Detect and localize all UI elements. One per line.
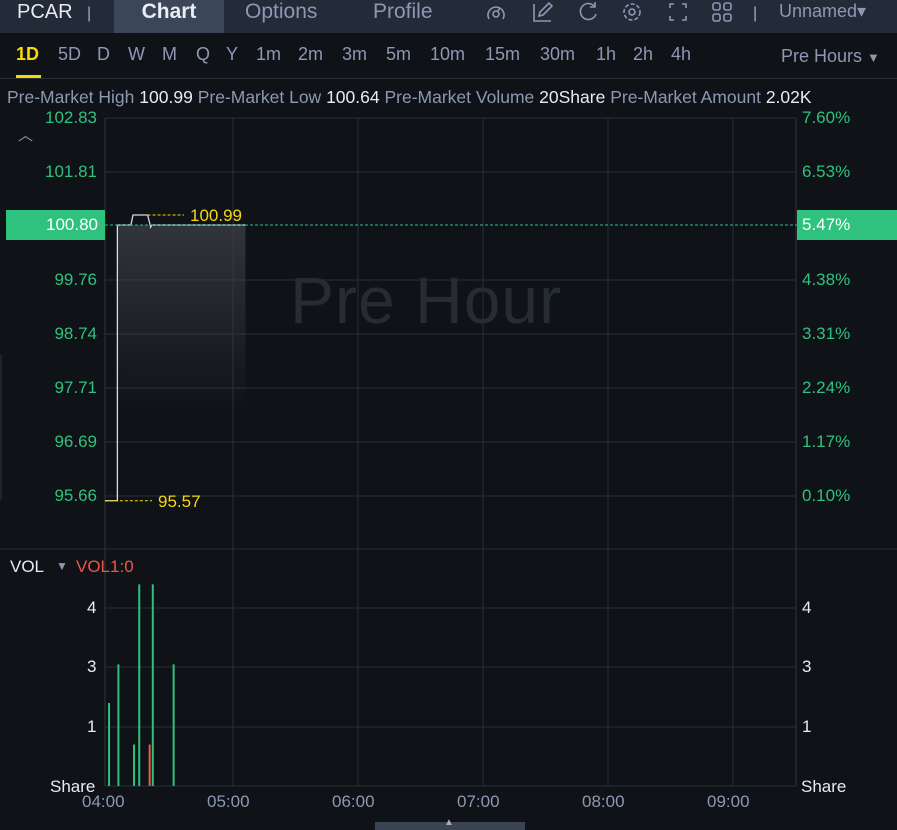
pct-tick: 4.38%	[802, 270, 851, 289]
volume-tick: 4	[802, 598, 812, 617]
current-price-badge: 100.80	[6, 210, 105, 240]
chevron-up-icon: ▲	[444, 817, 454, 828]
pct-tick: 0.10%	[802, 486, 851, 505]
high-marker-label: 100.99	[190, 206, 242, 225]
time-tick: 06:00	[332, 792, 375, 811]
price-area-fill	[117, 225, 246, 410]
price-tick: 98.74	[54, 324, 97, 343]
pct-tick: 2.24%	[802, 378, 851, 397]
scroll-handle[interactable]: ▲	[375, 817, 525, 830]
pct-tick: 6.53%	[802, 162, 851, 181]
watermark: Pre Hour	[290, 263, 563, 337]
volume-tick: 4	[87, 598, 97, 617]
time-tick: 07:00	[457, 792, 500, 811]
price-tick: 96.69	[54, 432, 97, 451]
volume-unit-right: Share	[801, 777, 847, 796]
volume-tick: 1	[87, 717, 97, 736]
volume-tick: 3	[802, 657, 812, 676]
price-tick: 97.71	[54, 378, 97, 397]
price-tick: 101.81	[45, 162, 97, 181]
time-tick: 05:00	[207, 792, 250, 811]
price-tick: 99.76	[54, 270, 97, 289]
time-tick: 08:00	[582, 792, 625, 811]
time-tick: 09:00	[707, 792, 750, 811]
volume-indicator-title[interactable]: VOL	[10, 557, 44, 577]
low-marker-label: 95.57	[158, 492, 201, 511]
volume-indicator-params: VOL1:0	[76, 557, 134, 576]
volume-unit-left: Share	[50, 777, 96, 796]
current-pct-badge: 5.47%	[797, 210, 897, 240]
pct-tick: 3.31%	[802, 324, 851, 343]
price-tick: 102.83	[45, 108, 97, 127]
pct-tick: 7.60%	[802, 108, 851, 127]
volume-tick: 1	[802, 717, 812, 736]
chart-canvas[interactable]	[0, 0, 897, 830]
pct-tick: 1.17%	[802, 432, 851, 451]
volume-tick: 3	[87, 657, 97, 676]
caret-down-icon[interactable]: ▼	[56, 559, 68, 573]
price-tick: 95.66	[54, 486, 97, 505]
